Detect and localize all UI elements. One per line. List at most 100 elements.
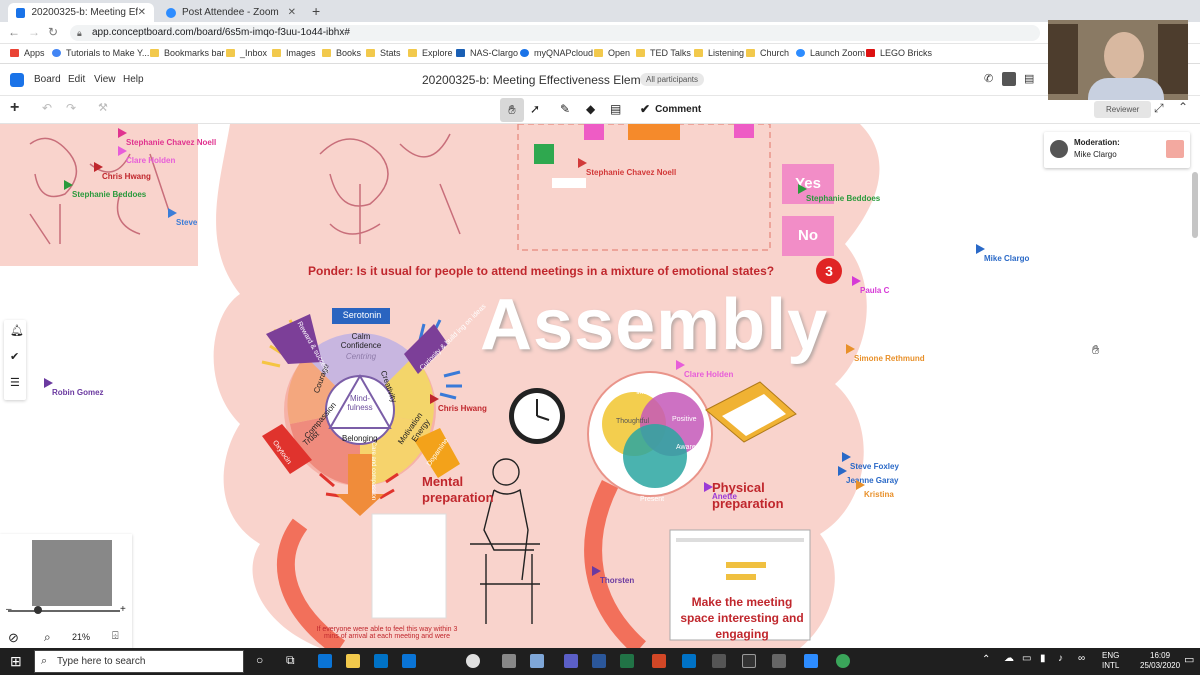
zoom-slider[interactable] [8,610,120,612]
bookmark-item[interactable]: Books [322,48,361,58]
hand-tool-icon[interactable]: ✋︎ [500,98,524,122]
bookmark-item[interactable]: Launch Zoom [796,48,865,58]
phone-icon[interactable]: ✆ [984,72,993,85]
url-field[interactable]: 🔒︎ app.conceptboard.com/board/6s5m-imqo-… [70,25,1040,41]
bookmark-item[interactable]: myQNAPcloud [520,48,593,58]
chat-icon[interactable]: ▤ [1024,72,1034,85]
menu-board[interactable]: Board [34,74,61,85]
task-view-icon[interactable]: ⧉ [286,653,295,668]
app-icon[interactable] [712,654,726,668]
bookmark-item[interactable]: NAS-Clargo [456,48,518,58]
zoom-level[interactable]: 21% [72,632,90,642]
back-icon[interactable]: ← [8,25,20,39]
engage-text[interactable]: Make the meeting space interesting and e… [678,594,806,642]
bookmark-item[interactable]: TED Talks [636,48,691,58]
moderation-card[interactable]: Moderation: Mike Clargo [1044,132,1190,168]
taskbar-search-box[interactable]: ⌕ Type here to search [34,650,244,673]
bookmark-item[interactable]: Images [272,48,316,58]
sticky-note-tool-icon[interactable]: ▤ [610,102,621,116]
clock[interactable]: 16:09 25/03/2020 [1140,651,1180,671]
zoom-video-tile[interactable] [1048,20,1188,100]
undo-icon[interactable]: ↶ [42,101,52,115]
bookmark-item[interactable]: _Inbox [226,48,267,58]
teams-icon[interactable] [564,654,578,668]
battery-icon[interactable]: ▮ [1040,653,1046,664]
add-icon[interactable]: + [10,99,19,117]
ponder-question[interactable]: Ponder: Is it usual for people to attend… [308,264,774,278]
comment-count-badge[interactable]: 3 [816,258,842,284]
app-icon[interactable] [742,654,756,668]
assembly-heading[interactable]: Assembly [480,284,828,366]
link-icon[interactable]: ∞ [1078,653,1085,664]
select-tool-icon[interactable]: ➚ [530,102,540,116]
board-canvas[interactable]: Yes No Ponder: Is it usual for people to… [0,124,1200,648]
windows-start-icon[interactable]: ⊞ [10,653,22,670]
cortana-icon[interactable]: ○ [256,653,263,667]
language-indicator[interactable]: ENG INTL [1102,651,1119,671]
minimap-preview[interactable] [32,540,112,606]
outlook-app-icon[interactable] [682,654,696,668]
edge-icon[interactable] [318,654,332,668]
bookmark-item[interactable]: Listening [694,48,744,58]
release-moderation-icon[interactable] [1166,140,1184,158]
collapse-icon[interactable]: ⌃ [1178,100,1188,114]
bookmark-item[interactable]: LEGO Bricks [866,48,932,58]
new-tab-icon[interactable]: + [312,3,320,19]
bookmark-item[interactable]: Bookmarks bar [150,48,225,58]
bookmark-item[interactable]: Stats [366,48,401,58]
app-icon[interactable] [530,654,544,668]
list-icon[interactable]: ☰ [10,376,20,389]
app-icon[interactable] [502,654,516,668]
format-painter-icon[interactable]: ⚒ [98,101,108,114]
video-icon[interactable] [1002,72,1016,86]
onedrive-icon[interactable]: ☁︎ [1004,653,1014,664]
app-icon[interactable] [836,654,850,668]
zoom-icon[interactable] [804,654,818,668]
board-title[interactable]: 20200325-b: Meeting Effectiveness Elemen… [422,73,663,87]
bookmark-item[interactable]: Church [746,48,789,58]
fullscreen-icon[interactable]: ⤢ [1154,101,1164,116]
no-vote-box[interactable]: No [782,216,834,256]
menu-view[interactable]: View [94,74,116,85]
vertical-scrollbar[interactable] [1192,172,1198,238]
bookmark-item[interactable]: Explore [408,48,453,58]
zoom-magnifier-icon[interactable]: ⌕ [44,630,51,645]
bookmark-item[interactable]: Open [594,48,630,58]
action-center-icon[interactable]: ▭ [1184,653,1194,666]
pen-tool-icon[interactable]: ✎ [560,102,570,116]
app-icon[interactable] [772,654,786,668]
bookmark-apps[interactable]: Apps [10,48,45,58]
mental-preparation-label[interactable]: Mental preparation [422,474,502,506]
powerpoint-icon[interactable] [652,654,666,668]
zoom-slider-handle[interactable] [34,606,42,614]
visibility-badge[interactable]: All participants [640,73,705,86]
word-icon[interactable] [592,654,606,668]
network-icon[interactable]: ▭ [1022,653,1031,664]
zoom-out-icon[interactable]: – [6,604,12,615]
zoom-in-icon[interactable]: + [120,604,126,615]
outlook-icon[interactable] [402,654,416,668]
excel-icon[interactable] [620,654,634,668]
mouse-icon[interactable]: ⌹ [112,630,119,643]
forward-icon[interactable]: → [28,25,40,39]
compass-icon[interactable]: ⊘ [8,630,19,646]
close-tab-icon[interactable]: ✕ [138,7,146,18]
chrome-icon[interactable] [466,654,480,668]
conceptboard-logo-icon[interactable] [10,73,24,87]
mail-icon[interactable] [374,654,388,668]
redo-icon[interactable]: ↷ [66,101,76,115]
file-explorer-icon[interactable] [346,654,360,668]
tab-conceptboard[interactable]: 20200325-b: Meeting Effective... ✕ [8,3,154,22]
menu-help[interactable]: Help [123,74,144,85]
reload-icon[interactable]: ↻ [48,25,58,39]
minimap-panel[interactable]: – + ⊘ ⌕ 21% ⌹ [0,534,132,648]
tray-up-icon[interactable]: ⌃ [982,654,990,665]
eraser-tool-icon[interactable]: ◆ [586,102,595,116]
menu-edit[interactable]: Edit [68,74,85,85]
tab-zoom[interactable]: Post Attendee - Zoom ✕ [158,3,304,22]
close-tab-icon[interactable]: ✕ [288,7,296,18]
bookmark-item[interactable]: Tutorials to Make Y... [52,48,149,58]
volume-icon[interactable]: ♪ [1058,653,1063,664]
comment-button[interactable]: ✔ Comment [640,102,701,116]
notification-bell-icon[interactable]: 🔔︎ [10,324,24,337]
